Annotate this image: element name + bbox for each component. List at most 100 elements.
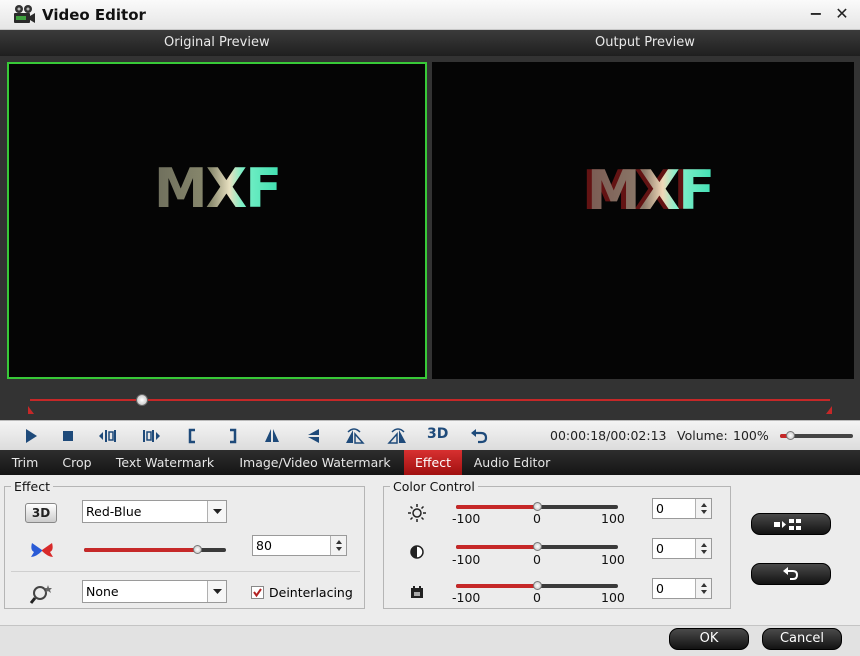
saturation-mid-label: 0 <box>533 590 541 605</box>
timeline-track[interactable] <box>30 399 830 401</box>
effect-group: Effect 3D Red-Blue 80 None Deinterlacing <box>4 479 365 609</box>
saturation-stepper[interactable]: 0 <box>652 578 712 599</box>
saturation-min-label: -100 <box>452 590 481 605</box>
stop-icon[interactable] <box>57 426 79 446</box>
tab-text-watermark[interactable]: Text Watermark <box>108 450 222 475</box>
ok-button[interactable]: OK <box>669 628 749 650</box>
brightness-slider-fill <box>456 505 537 509</box>
time-readout: 00:00:18/00:02:13 <box>550 428 667 443</box>
stepper-arrows-icon[interactable] <box>695 539 711 558</box>
preview-header: Original Preview Output Preview <box>0 30 860 56</box>
contrast-max-label: 100 <box>601 552 625 567</box>
cancel-button[interactable]: Cancel <box>762 628 842 650</box>
brightness-slider-thumb[interactable] <box>533 502 542 511</box>
saturation-max-label: 100 <box>601 590 625 605</box>
editor-tabs: Trim Crop Text Watermark Image/Video Wat… <box>0 450 860 475</box>
title-bar: Video Editor − ✕ <box>0 0 860 30</box>
contrast-stepper[interactable]: 0 <box>652 538 712 559</box>
close-button[interactable]: ✕ <box>832 4 852 24</box>
output-preview[interactable]: MXF MXF <box>432 62 854 379</box>
minimize-button[interactable]: − <box>806 4 826 24</box>
color-control-group: Color Control -100 0 100 0 -100 0 100 0 <box>383 479 731 609</box>
output-preview-label: Output Preview <box>595 35 695 50</box>
contrast-value: 0 <box>656 541 664 556</box>
3d-mode-select[interactable]: Red-Blue <box>82 500 227 523</box>
timeline-playhead[interactable] <box>136 394 148 406</box>
footer: OK Cancel <box>0 625 860 656</box>
trim-start-marker[interactable] <box>26 404 36 414</box>
original-preview[interactable]: MXF <box>7 62 427 379</box>
filter-select[interactable]: None <box>82 580 227 603</box>
depth-slider-track[interactable] <box>84 548 226 552</box>
deinterlacing-label[interactable]: Deinterlacing <box>269 585 353 600</box>
3d-mode-value: Red-Blue <box>86 504 142 519</box>
effect-group-title: Effect <box>11 479 53 494</box>
previous-frame-icon[interactable] <box>97 426 119 446</box>
chevron-down-icon[interactable] <box>207 501 226 522</box>
undo-icon[interactable] <box>468 426 490 446</box>
saturation-icon <box>411 586 423 598</box>
set-end-icon[interactable] <box>222 426 244 446</box>
volume-value: 100% <box>733 428 769 443</box>
playback-controls: 3D 00:00:18/00:02:13 Volume: 100% <box>0 420 860 450</box>
rotate-right-icon[interactable] <box>386 426 408 446</box>
depth-stepper[interactable]: 80 <box>252 535 347 556</box>
contrast-icon <box>410 545 424 559</box>
reset-icon <box>783 567 799 580</box>
checkmark-icon <box>253 588 262 598</box>
contrast-slider-thumb[interactable] <box>533 542 542 551</box>
brightness-value: 0 <box>656 501 664 516</box>
divider <box>11 571 360 572</box>
saturation-slider-thumb[interactable] <box>533 581 542 590</box>
contrast-mid-label: 0 <box>533 552 541 567</box>
frame-logo-text: MXF <box>154 157 280 220</box>
depth-value: 80 <box>256 538 272 553</box>
frame-logo-text: MXF <box>587 159 713 222</box>
stepper-arrows-icon[interactable] <box>330 536 346 555</box>
depth-slider-thumb[interactable] <box>192 545 202 554</box>
apply-to-all-icon <box>774 519 801 530</box>
tab-effect[interactable]: Effect <box>404 450 462 475</box>
magic-wand-icon <box>29 585 52 604</box>
tab-audio-editor[interactable]: Audio Editor <box>466 450 558 475</box>
volume-slider-thumb[interactable] <box>785 431 795 440</box>
brightness-stepper[interactable]: 0 <box>652 498 712 519</box>
rotate-left-icon[interactable] <box>344 426 366 446</box>
play-icon[interactable] <box>20 426 42 446</box>
3d-icon[interactable]: 3D <box>427 426 448 442</box>
film-camera-icon <box>14 5 35 23</box>
saturation-slider-fill <box>456 584 537 588</box>
tab-image-video-watermark[interactable]: Image/Video Watermark <box>230 450 400 475</box>
brightness-mid-label: 0 <box>533 511 541 526</box>
depth-slider-fill <box>84 548 198 552</box>
flip-vertical-icon[interactable] <box>303 426 325 446</box>
effect-panel: Effect 3D Red-Blue 80 None Deinterlacing… <box>0 475 860 625</box>
output-frame: MXF MXF <box>582 159 715 222</box>
reset-button[interactable] <box>751 563 831 585</box>
next-frame-icon[interactable] <box>140 426 162 446</box>
apply-to-all-button[interactable] <box>751 513 831 535</box>
tab-trim[interactable]: Trim <box>4 450 46 475</box>
brightness-max-label: 100 <box>601 511 625 526</box>
set-start-icon[interactable] <box>182 426 204 446</box>
depth-icon <box>31 543 53 557</box>
window-title: Video Editor <box>42 6 146 24</box>
flip-horizontal-icon[interactable] <box>261 426 283 446</box>
trim-end-marker[interactable] <box>824 404 834 414</box>
timeline <box>0 384 860 420</box>
brightness-min-label: -100 <box>452 511 481 526</box>
filter-value: None <box>86 584 119 599</box>
deinterlacing-checkbox[interactable] <box>251 586 264 599</box>
stepper-arrows-icon[interactable] <box>695 499 711 518</box>
color-control-group-title: Color Control <box>390 479 478 494</box>
stepper-arrows-icon[interactable] <box>695 579 711 598</box>
volume-label: Volume: <box>677 428 728 443</box>
tab-crop[interactable]: Crop <box>54 450 100 475</box>
chevron-down-icon[interactable] <box>207 581 226 602</box>
brightness-icon <box>408 504 426 522</box>
3d-mode-icon: 3D <box>25 503 57 523</box>
saturation-value: 0 <box>656 581 664 596</box>
contrast-slider-fill <box>456 545 537 549</box>
contrast-min-label: -100 <box>452 552 481 567</box>
original-preview-label: Original Preview <box>164 35 270 50</box>
